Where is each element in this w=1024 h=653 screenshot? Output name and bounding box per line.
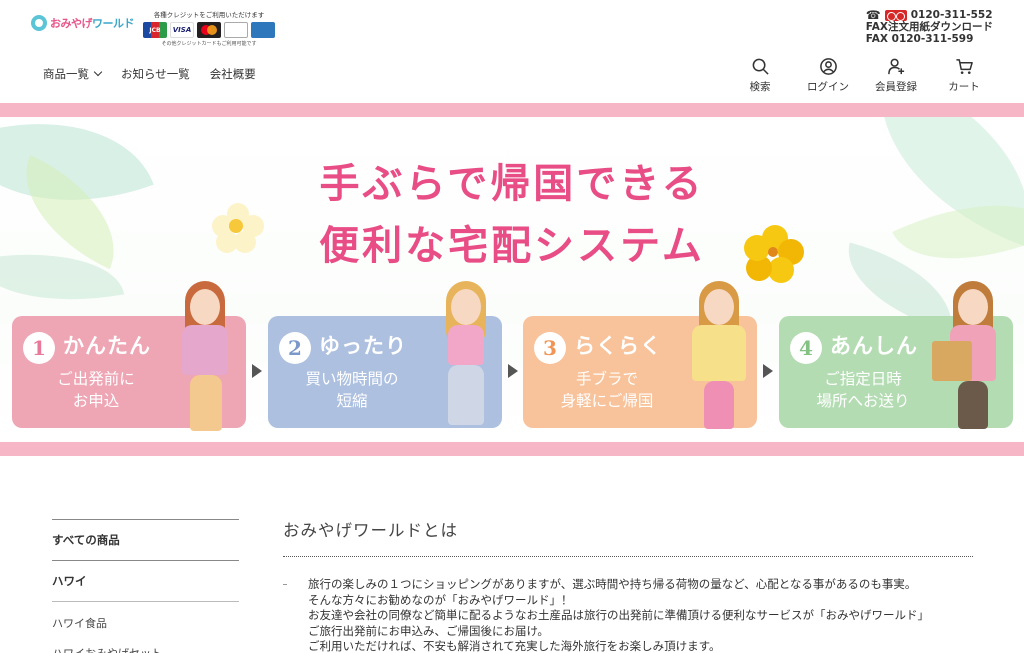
step-number: 3 [534, 332, 566, 364]
phone-row[interactable]: ☎ 0120-311-552 [866, 9, 993, 21]
search-icon [752, 58, 769, 75]
section-body: 旅行の楽しみの１つにショッピングがありますが、選ぶ時間や持ち帰る荷物の量など、心… [283, 577, 973, 653]
nav-news-label: お知らせ一覧 [121, 67, 190, 81]
category-sidebar: すべての商品 ハワイ ハワイ食品 ハワイおみやげセット [52, 519, 239, 653]
body-line: お友達や会社の同僚など簡単に配るようなお土産品は旅行の出発前に準備頂ける便利なサ… [308, 608, 929, 622]
credit-bottom-text: その他クレジットカードもご利用可能です [161, 41, 257, 47]
contact-info: ☎ 0120-311-552 FAX注文用紙ダウンロード FAX 0120-31… [866, 9, 993, 45]
about-section: おみやげワールドとは 旅行の楽しみの１つにショッピングがありますが、選ぶ時間や持… [283, 517, 973, 653]
register-button[interactable]: 会員登録 [874, 57, 918, 94]
plumeria-flower-icon [212, 203, 264, 255]
step-description: ご指定日時 場所へお送り [816, 370, 910, 410]
mastercard-icon [197, 22, 221, 38]
nav-company-label: 会社概要 [209, 67, 256, 81]
cart-label: カート [948, 81, 980, 93]
step-title: らくらく [574, 333, 662, 358]
arrow-right-icon [508, 364, 518, 378]
step-description: 買い物時間の 短縮 [305, 370, 399, 410]
chevron-down-icon [93, 67, 103, 77]
arrow-right-icon [252, 364, 262, 378]
site-header: おみやげワールド 各種クレジットをご利用いただけます JCB VISA その他ク… [0, 0, 1024, 103]
step-number: 4 [790, 332, 822, 364]
user-circle-icon [819, 58, 837, 75]
step-description: ご出発前に お申込 [57, 370, 135, 410]
bullet-marker [283, 584, 287, 585]
sidebar-item-hawaii-food[interactable]: ハワイ食品 [52, 608, 239, 638]
logo-icon [31, 15, 47, 31]
telephone-icon: ☎ [865, 8, 881, 22]
nav-products[interactable]: 商品一覧 [43, 66, 103, 82]
search-button[interactable]: 検索 [738, 57, 782, 94]
fax-number: FAX 0120-311-599 [865, 33, 974, 45]
step-number: 2 [279, 332, 311, 364]
login-button[interactable]: ログイン [806, 57, 850, 94]
woman-illustration-3 [684, 281, 754, 431]
login-label: ログイン [807, 81, 849, 93]
banner-headline-2: 便利な宅配システム [319, 222, 705, 269]
credit-top-text: 各種クレジットをご利用いただけます [153, 11, 265, 19]
body-line: 旅行の楽しみの１つにショッピングがありますが、選ぶ時間や持ち帰る荷物の量など、心… [308, 577, 917, 591]
cart-button[interactable]: カート [942, 57, 986, 94]
register-label: 会員登録 [875, 81, 917, 93]
nav-company[interactable]: 会社概要 [210, 66, 256, 82]
banner-headline-1: 手ぶらで帰国できる [319, 160, 705, 207]
body-line: そんな方々にお勧めなのが「おみやげワールド」！ [308, 592, 573, 607]
woman-illustration-4 [932, 281, 1008, 431]
main-nav: 商品一覧 お知らせ一覧 会社概要 [43, 66, 256, 82]
step-number: 1 [23, 332, 55, 364]
credit-card-logos: JCB VISA [140, 22, 278, 38]
phone-number: 0120-311-552 [910, 9, 993, 21]
user-plus-icon [887, 58, 904, 75]
divider [52, 601, 239, 602]
header-toolbar: 検索 ログイン 会員登録 カート [738, 57, 986, 94]
visa-card-icon: VISA [170, 22, 194, 38]
fax-download-link[interactable]: FAX注文用紙ダウンロード [866, 21, 993, 33]
amex-card-icon [251, 22, 275, 38]
body-line: ご旅行出発前にお申込み、ご帰国後にお届け。 [308, 623, 549, 638]
step-description: 手ブラで 身軽にご帰国 [560, 370, 654, 410]
jcb-card-icon: JCB [143, 22, 167, 38]
sidebar-item-hawaii[interactable]: ハワイ [52, 561, 239, 601]
logo-text: おみやげワールド [50, 17, 135, 30]
step-title: ゆったり [319, 333, 407, 358]
arrow-right-icon [763, 364, 773, 378]
sidebar-item-all-products[interactable]: すべての商品 [52, 520, 239, 560]
freedial-icon [884, 9, 907, 21]
section-title: おみやげワールドとは [283, 517, 973, 557]
search-label: 検索 [749, 81, 771, 93]
diners-card-icon [224, 22, 248, 38]
nav-news[interactable]: お知らせ一覧 [121, 66, 190, 82]
hibiscus-flower-icon [744, 225, 804, 285]
banner-slide: 手ぶらで帰国できる 便利な宅配システム 1 かんたん ご出発前に お申込 2 ゆ… [0, 117, 1024, 442]
step-title: かんたん [63, 333, 151, 358]
woman-illustration-2 [436, 281, 496, 431]
nav-products-label: 商品一覧 [43, 67, 89, 81]
credit-card-info: 各種クレジットをご利用いただけます JCB VISA その他クレジットカードもご… [140, 9, 278, 47]
woman-illustration-1 [170, 281, 240, 431]
site-logo[interactable]: おみやげワールド [31, 15, 135, 31]
sidebar-item-hawaii-set[interactable]: ハワイおみやげセット [52, 638, 239, 653]
cart-icon [955, 59, 973, 75]
hero-banner[interactable]: 手ぶらで帰国できる 便利な宅配システム 1 かんたん ご出発前に お申込 2 ゆ… [0, 103, 1024, 456]
step-title: あんしん [830, 333, 918, 358]
body-line: ご利用いただければ、不安も解消されて充実した海外旅行をお楽しみ頂けます。 [308, 639, 721, 653]
